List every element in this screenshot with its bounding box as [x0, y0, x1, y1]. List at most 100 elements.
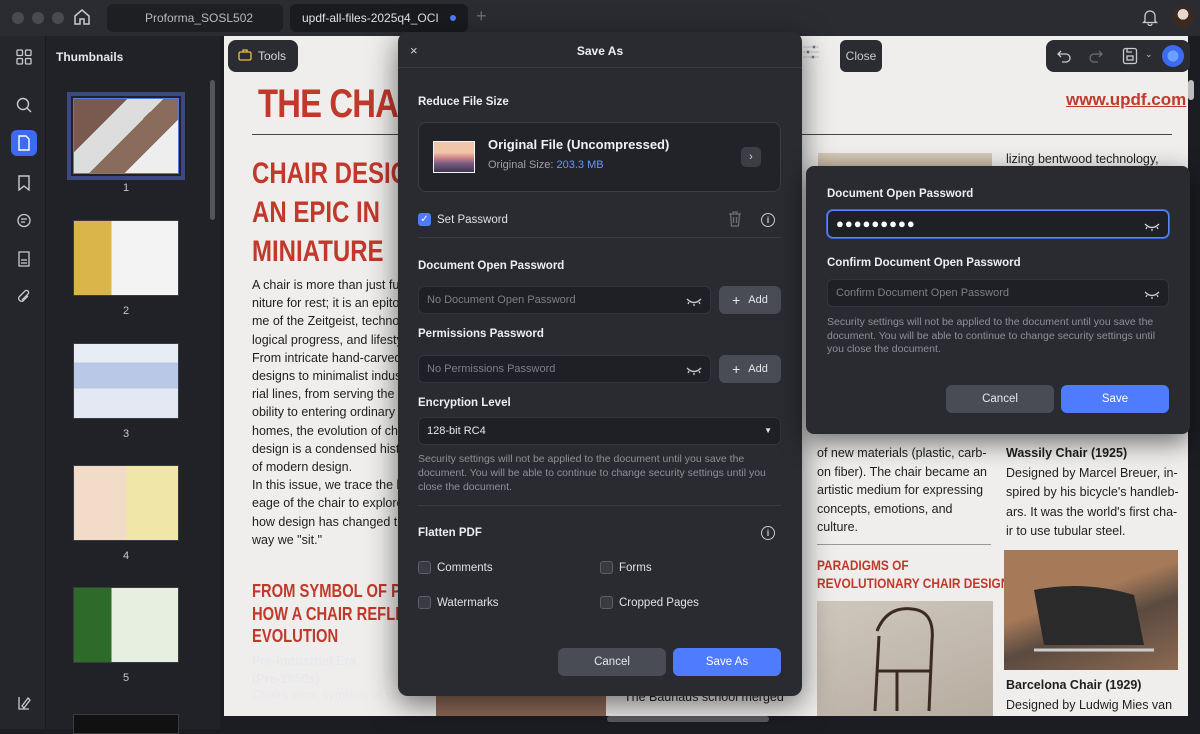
body-line: spired by his bicycle's handleb-	[1006, 485, 1179, 500]
document-open-password-input[interactable]: ●●●●●●●●●	[827, 210, 1169, 238]
comments-icon[interactable]	[11, 208, 37, 234]
confirm-password-input[interactable]: Confirm Document Open Password	[827, 279, 1169, 307]
save-as-dialog: × Save As Reduce File Size Original File…	[398, 32, 802, 696]
search-icon[interactable]	[11, 92, 37, 118]
tab-proforma[interactable]: Proforma_SOSL502	[107, 4, 283, 32]
thumbnail-page-6[interactable]	[73, 714, 179, 734]
middle-column-text: of new materials (plastic, carb- on fibe…	[817, 444, 997, 537]
set-password-checkbox[interactable]: ✓	[418, 213, 431, 226]
watermarks-checkbox[interactable]	[418, 596, 431, 609]
open-password-input[interactable]: No Document Open Password	[418, 286, 711, 314]
thumbnail-page-3[interactable]	[73, 343, 179, 419]
body-line: Designed by Marcel Breuer, in-	[1006, 466, 1178, 480]
tools-label: Tools	[258, 49, 287, 63]
forms-checkbox[interactable]	[600, 561, 613, 574]
file-option-name: Original File (Uncompressed)	[488, 137, 670, 152]
tools-button[interactable]: Tools	[228, 40, 298, 72]
document-horizontal-scrollbar[interactable]	[607, 716, 769, 722]
tab-updf-all-files[interactable]: updf-all-files-2025q4_OCI	[290, 4, 468, 32]
eye-closed-icon[interactable]	[1144, 285, 1160, 299]
barcelona-body: Designed by Ludwig Mies van	[1006, 698, 1173, 712]
close-tool-button[interactable]: Close	[840, 40, 882, 72]
permissions-password-placeholder: No Permissions Password	[427, 363, 556, 375]
document-vertical-scrollbar[interactable]	[1188, 80, 1194, 100]
close-window-button[interactable]	[12, 12, 24, 24]
cancel-button[interactable]: Cancel	[558, 648, 666, 676]
era-title-line: Pre-Industrial Era	[252, 654, 357, 668]
thumbnail-number: 2	[122, 305, 130, 317]
grid-icon[interactable]	[11, 44, 37, 70]
save-as-button[interactable]: Save As	[673, 648, 781, 676]
body-line: me of the Zeitgeist, techno-	[252, 314, 404, 329]
add-open-password-button[interactable]: + Add	[719, 286, 781, 314]
file-size-label: Original Size:	[488, 159, 557, 171]
cropped-pages-checkbox[interactable]	[600, 596, 613, 609]
info-icon[interactable]: i	[761, 213, 775, 227]
pages-icon[interactable]	[11, 130, 37, 156]
right-column-text: lizing bentwood technology,	[1006, 152, 1159, 166]
permissions-password-label: Permissions Password	[418, 328, 544, 340]
comments-checkbox[interactable]	[418, 561, 431, 574]
headline-line: MINIATURE	[252, 235, 384, 268]
zoom-window-button[interactable]	[52, 12, 64, 24]
minimize-window-button[interactable]	[32, 12, 44, 24]
forms-label: Forms	[619, 562, 652, 574]
confirm-password-label: Confirm Document Open Password	[827, 257, 1021, 269]
chair-photo	[818, 153, 992, 167]
popover-cancel-button[interactable]: Cancel	[946, 385, 1054, 413]
encryption-level-value: 128-bit RC4	[427, 425, 486, 437]
bell-icon[interactable]	[1141, 8, 1159, 31]
file-size-text: Original Size: 203.3 MB	[488, 159, 604, 171]
password-value: ●●●●●●●●●	[836, 216, 916, 231]
thumbnail-number: 1	[122, 182, 130, 194]
heading-line: REVOLUTIONARY CHAIR DESIGN	[817, 575, 1010, 591]
popover-save-button[interactable]: Save	[1061, 385, 1169, 413]
era-title: Pre-Industrial Era (Pre-1850s)	[252, 652, 356, 688]
layers-icon[interactable]	[11, 690, 37, 716]
home-icon[interactable]	[72, 7, 96, 29]
document-open-password-label: Document Open Password	[827, 188, 974, 200]
info-icon[interactable]: i	[761, 526, 775, 540]
watermarks-label: Watermarks	[437, 597, 499, 609]
trash-icon[interactable]	[728, 211, 742, 227]
ai-assistant-icon[interactable]	[1162, 45, 1184, 67]
permissions-password-input[interactable]: No Permissions Password	[418, 355, 711, 383]
left-rail	[0, 36, 46, 729]
new-tab-icon[interactable]: +	[476, 6, 487, 27]
body-line: From intricate hand-carved	[252, 350, 402, 365]
reduce-file-size-label: Reduce File Size	[418, 96, 509, 108]
paperclip-icon[interactable]	[11, 284, 37, 310]
settings-sliders-icon[interactable]	[802, 44, 826, 68]
eye-closed-icon[interactable]	[686, 361, 702, 375]
tab-label: Proforma_SOSL502	[145, 11, 254, 25]
body-line: niture for rest; it is an epito-	[252, 296, 404, 311]
file-size-option-card[interactable]: Original File (Uncompressed) Original Si…	[418, 122, 781, 192]
confirm-password-placeholder: Confirm Document Open Password	[836, 287, 1010, 299]
flatten-pdf-label: Flatten PDF	[418, 527, 482, 539]
plus-icon: +	[732, 292, 741, 308]
attachment-page-icon[interactable]	[11, 246, 37, 272]
document-url-link[interactable]: www.updf.com	[1066, 90, 1186, 110]
eye-closed-icon[interactable]	[1144, 216, 1160, 231]
thumbnails-title: Thumbnails	[56, 50, 124, 64]
paradigms-heading: PARADIGMS OF REVOLUTIONARY CHAIR DESIGN	[817, 556, 1009, 592]
undo-icon[interactable]	[1056, 48, 1072, 69]
bookmark-icon[interactable]	[11, 170, 37, 196]
chevron-down-icon[interactable]: ⌄	[1145, 49, 1153, 60]
thumbnail-page-1[interactable]	[67, 92, 185, 180]
add-permissions-password-button[interactable]: + Add	[719, 355, 781, 383]
body-line: design is a condensed histo	[252, 441, 407, 456]
chevron-right-icon[interactable]: ›	[741, 147, 761, 167]
barcelona-chair-photo	[1004, 550, 1178, 670]
thumbnail-page-2[interactable]	[73, 220, 179, 296]
redo-icon[interactable]	[1088, 48, 1104, 69]
save-icon[interactable]	[1122, 47, 1138, 70]
password-popover: Document Open Password ●●●●●●●●● Confirm…	[806, 166, 1190, 434]
encryption-level-select[interactable]: 128-bit RC4 ▼	[418, 417, 781, 445]
thumbnail-page-5[interactable]	[73, 587, 179, 663]
eye-closed-icon[interactable]	[686, 292, 702, 306]
thumbnail-page-4[interactable]	[73, 465, 179, 541]
avatar[interactable]	[1172, 6, 1194, 28]
dialog-title: Save As	[576, 44, 624, 58]
thumbnails-scrollbar[interactable]	[210, 80, 215, 220]
